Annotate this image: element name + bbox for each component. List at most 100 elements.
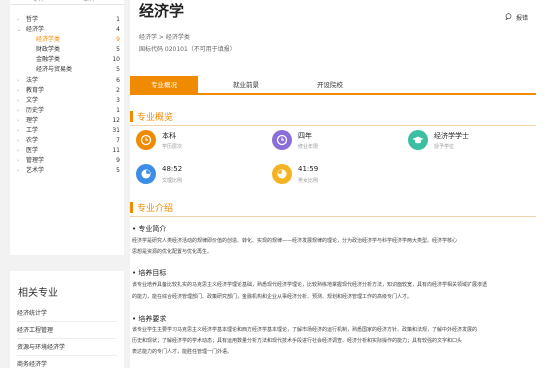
category-count: 11 <box>112 147 120 155</box>
category-item[interactable]: › 哲学 1 <box>10 15 124 25</box>
related-item[interactable]: 经济工程管理 <box>17 325 53 334</box>
divider <box>17 321 117 322</box>
category-name: 医学 <box>26 147 39 155</box>
category-name: 历史学 <box>26 106 45 114</box>
divider <box>17 338 117 339</box>
pie-chart-icon <box>136 164 156 184</box>
chevron-right-icon: › <box>17 17 20 23</box>
category-item[interactable]: ⌄ 经济学 4 <box>10 25 124 35</box>
category-name: 艺术学 <box>26 167 45 175</box>
report-button[interactable]: 报错 <box>504 13 528 22</box>
category-name: 哲学 <box>26 16 39 23</box>
stat-duration: 四年 修业年限 <box>272 130 382 154</box>
category-item[interactable]: › 农学 7 <box>10 136 124 146</box>
stat-label: 男女比例 <box>298 178 319 184</box>
major-code: 国标代码 020101（不可用于填报） <box>139 46 236 53</box>
stat-degree-level: 本科 学历层次 <box>136 130 246 154</box>
related-item[interactable]: 经济统计学 <box>17 308 47 317</box>
chevron-right-icon: › <box>17 97 20 104</box>
tab-employment[interactable]: 就业前景 <box>212 76 280 95</box>
related-item[interactable]: 资源与环境经济学 <box>17 342 65 351</box>
graduation-cap-icon <box>408 130 428 150</box>
chevron-right-icon: › <box>17 128 20 135</box>
category-count: 2 <box>116 86 120 94</box>
paragraph-line: 历史和现状；了解经济学的学术动态；具有运用数量分析方法和现代技术手段进行社会经济… <box>132 338 463 344</box>
stat-arts-science-ratio: 48:52 文理比例 <box>136 164 246 188</box>
category-subitem[interactable]: 金融学类 10 <box>10 55 124 65</box>
paragraph-line: 的能力，能在综合经济管理部门、政策研究部门，金融机构和企业从事经济分析、预测、规… <box>132 294 413 300</box>
clock-icon <box>136 130 156 150</box>
paragraph-line: 经济学是研究人类经济活动的规律即价值的创造、转化、实现的规律——经济发展规律的理… <box>132 238 458 244</box>
stat-label: 修业年限 <box>298 144 319 150</box>
chevron-right-icon: › <box>17 138 20 145</box>
related-majors-panel: 相关专业 经济统计学 经济工程管理 资源与环境经济学 商务经济学 <box>10 271 124 368</box>
chevron-right-icon: › <box>17 158 20 165</box>
category-name: 经济学类 <box>36 36 61 44</box>
tab-colleges[interactable]: 开设院校 <box>296 76 364 95</box>
section-title-goals: • 培养目标 <box>132 269 167 277</box>
category-item[interactable]: › 文学 3 <box>10 96 124 106</box>
category-name: 教育学 <box>26 86 45 94</box>
category-panel: 专科 本科 › 哲学 1 ⌄ 经济学 4 经济学类 9 财政学类 5 金融学类 10 经济与贸易类 5 › 法… <box>10 0 124 255</box>
tab-zhuanke[interactable]: 专科 <box>32 0 44 3</box>
category-subitem[interactable]: 经济与贸易类 5 <box>10 65 124 75</box>
chevron-right-icon: › <box>17 107 20 114</box>
chevron-right-icon: › <box>17 148 20 155</box>
category-item[interactable]: › 工学 31 <box>10 126 124 136</box>
category-item[interactable]: › 法学 6 <box>10 76 124 86</box>
stat-label: 授予学位 <box>434 144 455 150</box>
feedback-icon <box>504 13 514 22</box>
tab-benke[interactable]: 本科 <box>83 0 95 3</box>
category-item[interactable]: › 艺术学 5 <box>10 166 124 176</box>
category-count: 3 <box>116 96 120 104</box>
category-name: 金融学类 <box>36 56 61 64</box>
heading-bar <box>130 202 133 213</box>
tab-overview[interactable]: 专业概况 <box>130 76 198 95</box>
category-item[interactable]: › 历史学 1 <box>10 106 124 116</box>
report-label: 报错 <box>515 15 528 22</box>
category-count: 4 <box>116 26 120 34</box>
content-tabs: 专业概况 就业前景 开设院校 <box>130 76 536 95</box>
category-item[interactable]: › 教育学 2 <box>10 86 124 96</box>
category-count: 9 <box>116 36 120 44</box>
paragraph-line: 思想是资源的优化配置与优化再生。 <box>132 249 213 255</box>
category-item[interactable]: › 管理学 9 <box>10 156 124 166</box>
category-item[interactable]: › 理学 12 <box>10 116 124 126</box>
paragraph-line: 该专业培养具备比较扎实的马克思主义经济学理论基础，熟悉现代经济学理论，比较熟练地… <box>132 282 488 288</box>
chevron-right-icon: › <box>17 168 20 175</box>
paragraph-line: 该专业学生主要学习马克思主义经济学基本理论和西方经济学基本理论，了解市场经济的运… <box>132 327 478 333</box>
category-name: 理学 <box>26 116 39 124</box>
chevron-right-icon: › <box>17 87 20 94</box>
category-name: 农学 <box>26 137 39 145</box>
divider <box>130 216 536 217</box>
stat-value: 四年 <box>298 132 312 140</box>
category-subitem[interactable]: 财政学类 5 <box>10 45 124 55</box>
intro-heading: 专业介绍 <box>130 200 536 217</box>
stat-degree: 经济学学士 授予学位 <box>408 130 518 154</box>
chevron-right-icon: › <box>17 77 20 84</box>
category-list: › 哲学 1 ⌄ 经济学 4 经济学类 9 财政学类 5 金融学类 10 经济与贸易类 5 › 法学 6 › 教育学… <box>10 15 124 177</box>
people-icon <box>272 164 292 184</box>
category-name: 经济学 <box>26 26 45 34</box>
category-count: 31 <box>112 127 120 135</box>
stat-value: 41:59 <box>298 165 319 173</box>
category-count: 7 <box>116 137 120 145</box>
chevron-right-icon: › <box>17 117 20 124</box>
overview-heading-text: 专业概览 <box>137 113 174 123</box>
category-name: 管理学 <box>26 157 45 165</box>
category-count: 1 <box>116 16 120 23</box>
related-item[interactable]: 商务经济学 <box>17 359 47 368</box>
category-subitem[interactable]: 经济学类 9 <box>10 35 124 45</box>
category-count: 1 <box>116 106 120 114</box>
main-content: 经济学 报错 经济学 > 经济学类 国标代码 020101（不可用于填报） 专业… <box>130 0 550 368</box>
paragraph-line: 表达能力的专门人才，能胜任管理一门外语。 <box>132 349 233 355</box>
clock-icon <box>272 130 292 150</box>
page-title: 经济学 <box>139 2 185 20</box>
category-item[interactable]: › 医学 11 <box>10 146 124 156</box>
breadcrumb[interactable]: 经济学 > 经济学类 <box>139 32 190 41</box>
category-name: 文学 <box>26 96 39 104</box>
divider <box>17 355 117 356</box>
related-majors-title: 相关专业 <box>18 288 58 299</box>
heading-bar <box>130 111 133 122</box>
section-title-requirements: • 培养要求 <box>132 315 167 323</box>
